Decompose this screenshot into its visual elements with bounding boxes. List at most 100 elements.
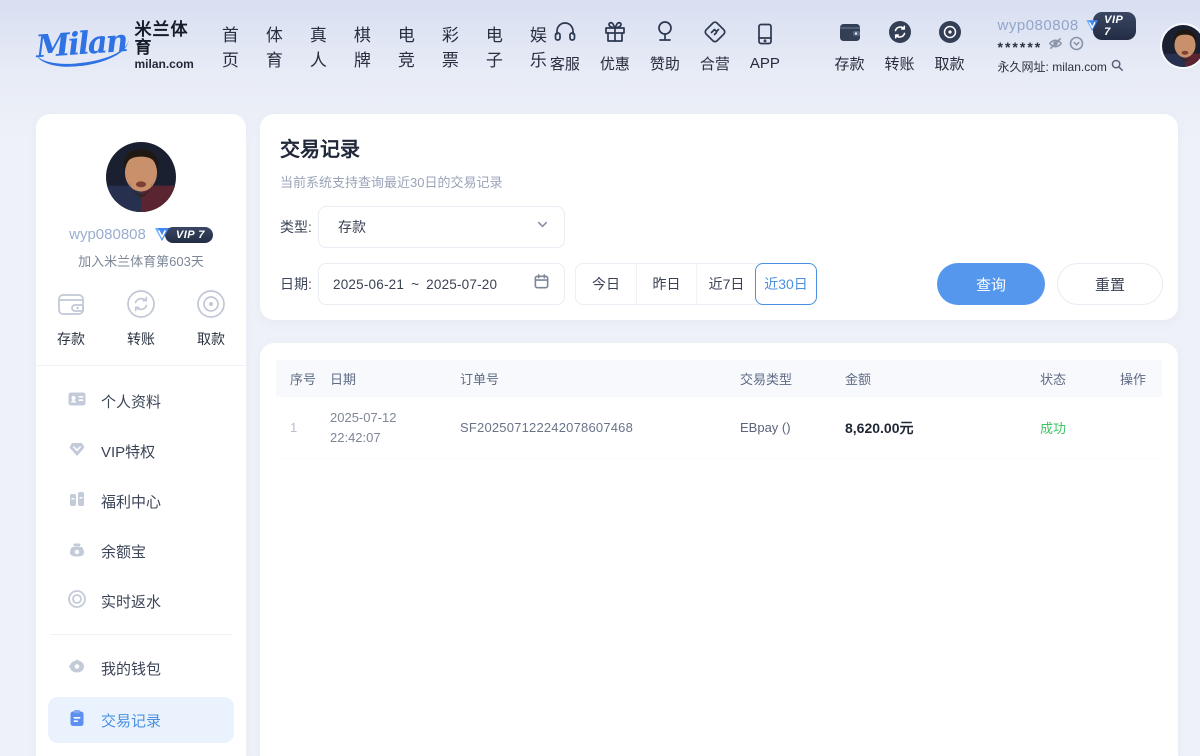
gem-badge-icon xyxy=(67,439,87,463)
profile-sidebar: wyp080808 VIP 7 加入米兰体育第603天 存款 转账 xyxy=(36,114,246,756)
quick-actions: 存款 转账 取款 xyxy=(36,288,246,366)
chevron-down-icon xyxy=(535,217,550,237)
permanent-url-row[interactable]: 永久网址: milan.com xyxy=(998,58,1136,75)
nav-home[interactable]: 首页 xyxy=(222,21,239,71)
sidebar-item-welfare[interactable]: 福利中心 xyxy=(36,476,246,526)
row-time: 22:42:07 xyxy=(330,428,446,448)
user-avatar[interactable] xyxy=(1160,23,1200,69)
row-amount: 8,620.00元 xyxy=(831,418,1026,438)
eye-off-icon[interactable] xyxy=(1048,36,1063,56)
range-30days-button[interactable]: 近30日 xyxy=(755,263,817,305)
nav-cards[interactable]: 棋牌 xyxy=(354,21,371,71)
sidebar-deposit-label: 存款 xyxy=(57,329,85,349)
profile-avatar[interactable] xyxy=(104,140,178,214)
date-label: 日期: xyxy=(280,274,318,294)
quick-range-group: 今日 昨日 近7日 近30日 xyxy=(575,263,817,305)
row-order-no: SF202507122242078607468 xyxy=(446,420,726,435)
sidebar-item-vip[interactable]: VIP特权 xyxy=(36,426,246,476)
nav-slots[interactable]: 电子 xyxy=(486,21,503,71)
date-range-input[interactable]: 2025-06-21 ~ 2025-07-20 xyxy=(318,263,565,305)
user-name-row[interactable]: wyp080808 VIP 7 xyxy=(998,17,1136,34)
col-index: 序号 xyxy=(276,369,316,388)
headset-icon xyxy=(552,19,578,49)
app-download-label: APP xyxy=(750,55,780,72)
range-7days-button[interactable]: 近7日 xyxy=(696,264,756,304)
type-select[interactable]: 存款 xyxy=(318,206,565,248)
range-today-button[interactable]: 今日 xyxy=(576,264,636,304)
reset-button[interactable]: 重置 xyxy=(1057,263,1163,305)
sidebar-transfer-label: 转账 xyxy=(127,329,155,349)
sponsor-label: 赞助 xyxy=(650,53,680,74)
phone-icon xyxy=(752,21,778,51)
sidebar-item-rebate-label: 实时返水 xyxy=(101,591,161,612)
transaction-filter-card: 交易记录 当前系统支持查询最近30日的交易记录 类型: 存款 日期: 2025-… xyxy=(260,114,1178,320)
balance-dropdown-icon[interactable] xyxy=(1069,36,1084,56)
sidebar-transfer-button[interactable]: 转账 xyxy=(106,288,176,349)
query-button[interactable]: 查询 xyxy=(937,263,1045,305)
wallet-icon xyxy=(837,19,863,49)
sidebar-divider xyxy=(50,634,232,635)
vip-badge: VIP 7 xyxy=(1084,17,1136,34)
sidebar-item-profile-label: 个人资料 xyxy=(101,391,161,412)
welfare-gift-icon xyxy=(67,489,87,513)
col-date: 日期 xyxy=(316,369,446,388)
filter-buttons: 查询 重置 xyxy=(937,263,1163,305)
customer-service-label: 客服 xyxy=(550,53,580,74)
page-title: 交易记录 xyxy=(280,133,1163,162)
sidebar-item-profile[interactable]: 个人资料 xyxy=(36,376,246,426)
sidebar-item-yuebao-label: 余额宝 xyxy=(101,541,146,562)
app-download-button[interactable]: APP xyxy=(747,21,783,72)
coin-icon xyxy=(937,19,963,49)
range-yesterday-button[interactable]: 昨日 xyxy=(636,264,696,304)
nav-entertainment[interactable]: 娱乐 xyxy=(530,21,547,71)
sidebar-withdraw-button[interactable]: 取款 xyxy=(176,288,246,349)
profile-username: wyp080808 xyxy=(69,226,146,243)
sidebar-item-yuebao[interactable]: 余额宝 xyxy=(36,526,246,576)
masked-balance: ****** xyxy=(998,39,1043,55)
main-nav: 首页 体育 真人 棋牌 电竞 彩票 电子 娱乐 xyxy=(222,21,547,71)
permanent-url-label: 永久网址: milan.com xyxy=(998,58,1107,75)
rebate-icon xyxy=(67,589,87,613)
topbar-right: 客服 优惠 赞助 合营 xyxy=(547,17,1200,75)
coin-outline-icon xyxy=(195,288,227,323)
sidebar-item-vip-label: VIP特权 xyxy=(101,441,155,462)
type-label: 类型: xyxy=(280,217,318,237)
sponsor-button[interactable]: 赞助 xyxy=(647,19,683,74)
search-icon[interactable] xyxy=(1110,58,1124,75)
sidebar-withdraw-label: 取款 xyxy=(197,329,225,349)
date-filter-row: 日期: 2025-06-21 ~ 2025-07-20 今日 昨日 近7日 近3… xyxy=(280,263,1163,305)
sidebar-item-rebate[interactable]: 实时返水 xyxy=(36,576,246,626)
balance-row: ****** xyxy=(998,36,1136,56)
promo-button[interactable]: 优惠 xyxy=(597,19,633,74)
clipboard-icon xyxy=(67,708,87,732)
transfer-button[interactable]: 转账 xyxy=(882,19,918,74)
deposit-button[interactable]: 存款 xyxy=(832,19,868,74)
customer-service-button[interactable]: 客服 xyxy=(547,19,583,74)
profile-vip-badge: VIP 7 xyxy=(152,226,213,243)
partnership-button[interactable]: 合营 xyxy=(697,19,733,74)
col-type: 交易类型 xyxy=(726,369,831,388)
nav-sports[interactable]: 体育 xyxy=(266,21,283,71)
nav-lottery[interactable]: 彩票 xyxy=(442,21,459,71)
deposit-label: 存款 xyxy=(835,53,865,74)
date-end-value: 2025-07-20 xyxy=(426,277,497,292)
row-type: EBpay () xyxy=(726,420,831,435)
vip-gem-icon xyxy=(1084,17,1100,35)
sidebar-deposit-button[interactable]: 存款 xyxy=(36,288,106,349)
brand-logo[interactable]: Milan 米兰体育 milan.com xyxy=(36,21,194,72)
transaction-table-card: 序号 日期 订单号 交易类型 金额 状态 操作 1 2025-07-12 22:… xyxy=(260,343,1178,756)
sidebar-item-wallet[interactable]: 我的钱包 xyxy=(36,643,246,693)
brand-domain: milan.com xyxy=(135,58,194,71)
row-status-badge: 成功 xyxy=(1026,418,1106,437)
date-separator: ~ xyxy=(411,277,419,292)
nav-live[interactable]: 真人 xyxy=(310,21,327,71)
withdraw-button[interactable]: 取款 xyxy=(932,19,968,74)
handshake-icon xyxy=(702,19,728,49)
join-days-text: 加入米兰体育第603天 xyxy=(36,251,246,270)
top-bar: Milan 米兰体育 milan.com 首页 体育 真人 棋牌 电竞 彩票 电… xyxy=(0,0,1200,92)
nav-esports[interactable]: 电竞 xyxy=(398,21,415,71)
user-info-block: wyp080808 VIP 7 ****** 永久网址 xyxy=(998,17,1136,75)
sidebar-item-transactions[interactable]: 交易记录 xyxy=(48,697,234,743)
profile-vip-level-label: VIP 7 xyxy=(165,227,213,243)
row-index: 1 xyxy=(276,420,316,435)
